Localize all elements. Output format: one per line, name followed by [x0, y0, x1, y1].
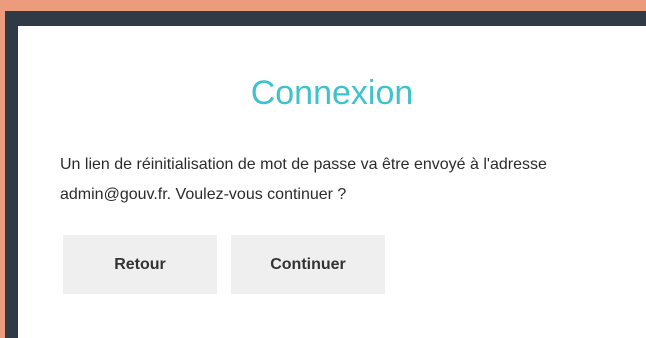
dialog-message: Un lien de réinitialisation de mot de pa… — [60, 156, 547, 203]
dialog-title: Connexion — [250, 74, 414, 112]
reset-password-dialog: Connexion Un lien de réinitialisation de… — [18, 26, 646, 338]
back-button[interactable]: Retour — [63, 235, 217, 294]
continue-button[interactable]: Continuer — [231, 235, 385, 294]
modal-frame: Connexion Un lien de réinitialisation de… — [5, 11, 646, 338]
